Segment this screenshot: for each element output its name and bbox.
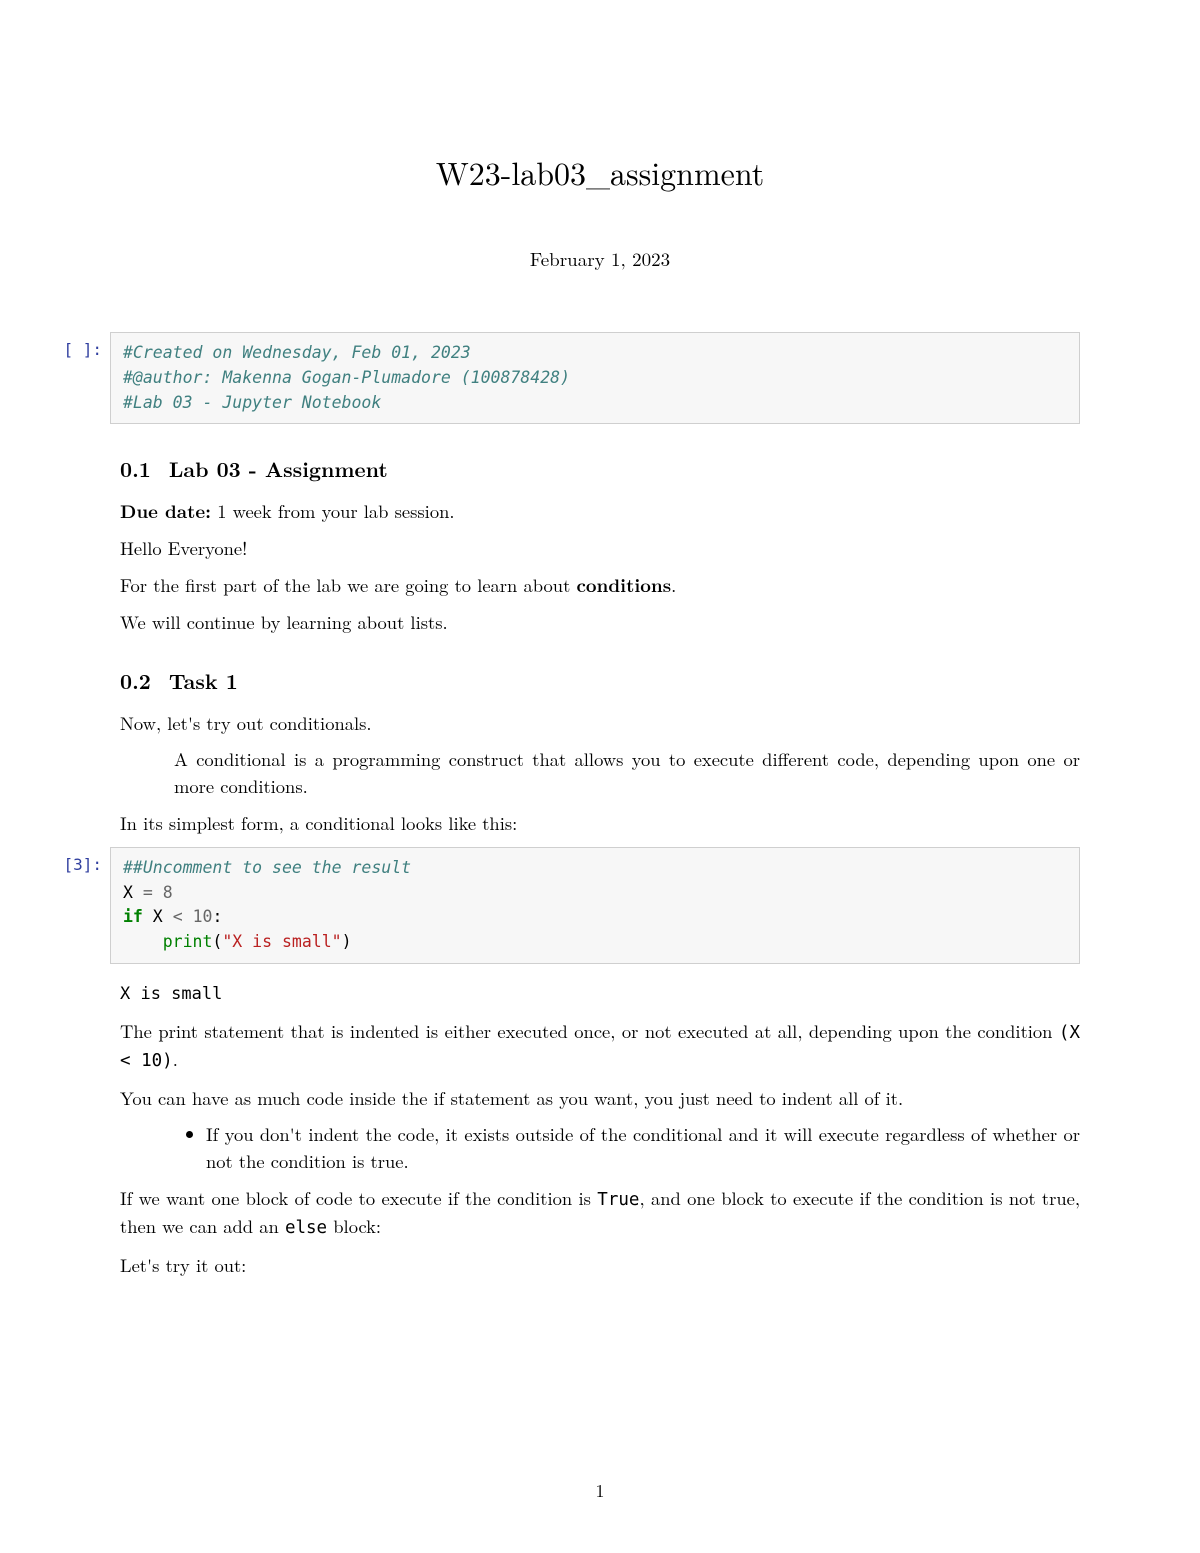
list-item: If you don't indent the code, it exists …: [206, 1121, 1080, 1175]
page-number: 1: [0, 1478, 1200, 1503]
intro-line: For the first part of the lab we are goi…: [120, 572, 1080, 599]
exec-text-b: .: [173, 1046, 178, 1072]
code-comment: #@author: Makenna Gogan-Plumadore (10087…: [123, 368, 570, 387]
section-number: 0.2: [120, 666, 151, 696]
code-content: #Created on Wednesday, Feb 01, 2023 #@au…: [110, 332, 1080, 424]
code-cell-1: [ ]: #Created on Wednesday, Feb 01, 2023…: [50, 332, 1080, 424]
code-indent: [123, 932, 163, 951]
code-func: print: [163, 932, 213, 951]
exec-text-a: The print statement that is indented is …: [120, 1018, 1059, 1044]
code-cell-2: [3]: ##Uncomment to see the result X = 8…: [50, 847, 1080, 964]
code-content: ##Uncomment to see the result X = 8 if X…: [110, 847, 1080, 964]
document-page: W23-lab03_assignment February 1, 2023 [ …: [0, 0, 1200, 1553]
section-title: Task 1: [169, 666, 238, 696]
code-comment: #Lab 03 - Jupyter Notebook: [123, 393, 381, 412]
code-op: <: [173, 907, 183, 926]
code-num: 8: [163, 883, 173, 902]
intro-part1: For the first part of the lab we are goi…: [120, 572, 576, 598]
due-text: 1 week from your lab session.: [211, 498, 454, 524]
else-true: True: [597, 1190, 639, 1210]
code-text: X: [123, 883, 143, 902]
bullet-list: If you don't indent the code, it exists …: [120, 1121, 1080, 1175]
code-text: (: [212, 932, 222, 951]
code-text: [153, 883, 163, 902]
doc-title: W23-lab03_assignment: [120, 150, 1080, 195]
task1-simplest: In its simplest form, a conditional look…: [120, 810, 1080, 837]
else-c: block:: [327, 1213, 381, 1239]
code-keyword: if: [123, 907, 143, 926]
code-string: "X is small": [222, 932, 341, 951]
section-heading-02: 0.2 Task 1: [120, 666, 1080, 696]
else-paragraph: If we want one block of code to execute …: [120, 1185, 1080, 1242]
task1-quote: A conditional is a programming construct…: [174, 746, 1080, 800]
task1-intro: Now, let's try out conditionals.: [120, 710, 1080, 737]
else-a: If we want one block of code to execute …: [120, 1185, 597, 1211]
due-date-line: Due date: 1 week from your lab session.: [120, 498, 1080, 525]
code-comment: #Created on Wednesday, Feb 01, 2023: [123, 343, 471, 362]
continue-line: We will continue by learning about lists…: [120, 609, 1080, 636]
section-heading-01: 0.1 Lab 03 - Assignment: [120, 454, 1080, 484]
section-title: Lab 03 - Assignment: [169, 454, 388, 484]
hello-line: Hello Everyone!: [120, 535, 1080, 562]
intro-bold: conditions: [576, 572, 671, 598]
cell-prompt: [ ]:: [50, 332, 110, 359]
intro-part2: .: [671, 572, 676, 598]
code-num: 10: [193, 907, 213, 926]
code-op: =: [143, 883, 153, 902]
code-text: ): [342, 932, 352, 951]
else-else: else: [285, 1218, 327, 1238]
code-comment: ##Uncomment to see the result: [123, 858, 411, 877]
exec-paragraph: The print statement that is indented is …: [120, 1018, 1080, 1075]
cell-prompt: [3]:: [50, 847, 110, 874]
cell-output: X is small: [120, 984, 1080, 1004]
code-text: X: [143, 907, 173, 926]
try-out: Let's try it out:: [120, 1252, 1080, 1279]
much-paragraph: You can have as much code inside the if …: [120, 1085, 1080, 1112]
code-text: [183, 907, 193, 926]
doc-date: February 1, 2023: [120, 245, 1080, 272]
due-label: Due date:: [120, 498, 211, 524]
code-text: :: [212, 907, 222, 926]
section-number: 0.1: [120, 454, 151, 484]
